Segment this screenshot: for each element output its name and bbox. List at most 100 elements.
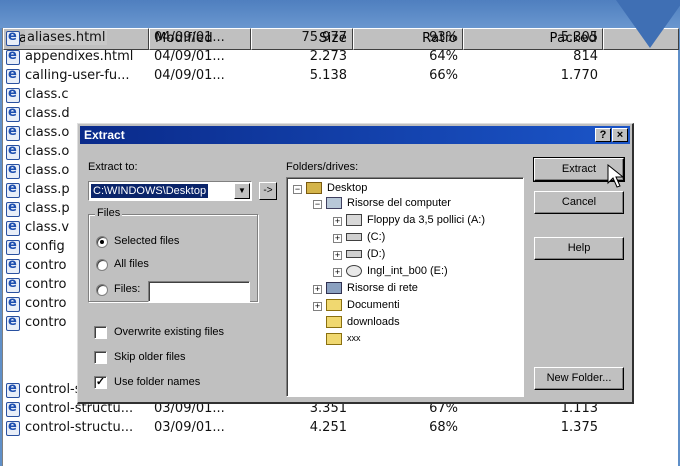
radio-selected-label: Selected files <box>114 235 180 247</box>
tree-item-floppy[interactable]: Floppy da 3,5 pollici (A:) <box>367 214 485 226</box>
cell-ratio: 66% <box>429 68 458 83</box>
html-file-icon <box>6 29 20 46</box>
folder-icon <box>326 299 342 311</box>
new-folder-button[interactable]: New Folder... <box>534 367 624 390</box>
expand-icon[interactable]: + <box>333 217 342 226</box>
folder-icon <box>326 333 342 345</box>
cell-packed: 814 <box>573 49 598 64</box>
expand-icon[interactable]: + <box>313 285 322 294</box>
html-file-icon <box>6 238 20 255</box>
extract-dialog: Extract ? × Extract to: C:\WINDOWS\Deskt… <box>77 123 634 404</box>
floppy-icon <box>346 214 362 226</box>
close-icon[interactable]: × <box>612 128 628 142</box>
expand-icon[interactable]: + <box>333 234 342 243</box>
cell-name: class.c <box>25 87 69 102</box>
list-item[interactable]: control-structu... 03/09/01... 4.251 68% 1.3… <box>3 419 679 438</box>
checkbox-overwrite-label: Overwrite existing files <box>114 326 225 338</box>
decorative-arrow <box>616 0 680 48</box>
dialog-titlebar: Extract <box>80 126 630 144</box>
expand-icon[interactable]: + <box>333 268 342 277</box>
html-file-icon <box>6 314 20 331</box>
cell-size: 4.251 <box>309 420 347 435</box>
html-file-icon <box>6 276 20 293</box>
cell-size: 5.138 <box>309 68 347 83</box>
expand-icon[interactable]: + <box>313 302 322 311</box>
extract-to-combo[interactable]: C:\WINDOWS\Desktop ▼ <box>88 181 252 201</box>
checkbox-use-folder-label: Use folder names <box>114 376 201 388</box>
cell-packed: 1.770 <box>560 68 598 83</box>
chevron-down-icon[interactable]: ▼ <box>234 183 250 199</box>
list-item[interactable]: class.c <box>3 86 679 105</box>
cell-ratio: 64% <box>429 49 458 64</box>
html-file-icon <box>6 67 20 84</box>
tree-item-downloads[interactable]: downloads <box>347 316 400 328</box>
list-item[interactable]: calling-user-fu... 04/09/01... 5.138 66% 1.7… <box>3 67 679 86</box>
drive-icon <box>346 233 362 241</box>
folders-label: Folders/drives: <box>286 161 359 173</box>
radio-files-label: Files: <box>114 283 141 295</box>
html-file-icon <box>6 295 20 312</box>
network-icon <box>326 282 342 294</box>
cell-ratio: 93% <box>429 30 458 45</box>
html-file-icon <box>6 124 20 141</box>
tree-item-network[interactable]: Risorse di rete <box>347 282 418 294</box>
files-input[interactable] <box>148 281 250 302</box>
cell-modified: 04/09/01... <box>154 49 225 64</box>
cell-ratio: 68% <box>429 420 458 435</box>
files-group-caption: Files <box>95 207 123 219</box>
folder-tree[interactable]: − Desktop − Risorse del computer + Flopp… <box>286 177 524 397</box>
checkbox-skip-older[interactable] <box>94 351 107 364</box>
cell-packed: 1.375 <box>560 420 598 435</box>
cell-modified: 03/09/01... <box>154 420 225 435</box>
html-file-icon <box>6 143 20 160</box>
html-file-icon <box>6 200 20 217</box>
html-file-icon <box>6 105 20 122</box>
cell-name: appendixes.html <box>25 49 134 64</box>
list-item[interactable]: appendixes.html 04/09/01... 2.273 64% 814 <box>3 48 679 67</box>
cancel-button[interactable]: Cancel <box>534 191 624 214</box>
folder-icon <box>326 316 342 328</box>
tree-item-c[interactable]: (C:) <box>367 231 385 243</box>
tree-item-xxx[interactable]: xxx <box>347 333 361 343</box>
tree-item-e[interactable]: Ingl_int_b00 (E:) <box>367 265 448 277</box>
top-banner <box>0 0 680 28</box>
cell-modified: 04/09/01... <box>154 30 225 45</box>
collapse-icon[interactable]: − <box>313 200 322 209</box>
cell-packed: 5.305 <box>560 30 598 45</box>
mouse-cursor-icon <box>607 164 625 188</box>
checkbox-overwrite[interactable] <box>94 326 107 339</box>
tree-item-d[interactable]: (D:) <box>367 248 385 260</box>
checkbox-skip-label: Skip older files <box>114 351 186 363</box>
html-file-icon <box>6 257 20 274</box>
dialog-title: Extract <box>84 128 125 142</box>
html-file-icon <box>6 48 20 65</box>
checkbox-use-folder-names[interactable]: ✓ <box>94 376 107 389</box>
list-item[interactable]: class.d <box>3 105 679 124</box>
html-file-icon <box>6 419 20 436</box>
cell-size: 2.273 <box>309 49 347 64</box>
cell-modified: 04/09/01... <box>154 68 225 83</box>
tree-item-computer[interactable]: Risorse del computer <box>347 197 451 209</box>
extract-to-value: C:\WINDOWS\Desktop <box>91 184 209 198</box>
tree-item-desktop[interactable]: Desktop <box>327 182 367 194</box>
cd-drive-icon <box>346 265 362 277</box>
extract-to-label: Extract to: <box>88 161 138 173</box>
help-button[interactable]: Help <box>534 237 624 260</box>
radio-selected-files[interactable] <box>96 236 108 248</box>
computer-icon <box>326 197 342 209</box>
html-file-icon <box>6 86 20 103</box>
radio-files[interactable] <box>96 284 108 296</box>
desktop-icon <box>306 182 322 194</box>
help-icon[interactable]: ? <box>595 128 611 142</box>
cell-name: aliases.html <box>25 30 108 45</box>
cell-name: control-structu... <box>25 420 134 435</box>
list-item[interactable]: aliases.html 04/09/01... 75.977 93% 5.305 <box>3 29 679 48</box>
html-file-icon <box>6 381 20 398</box>
radio-all-files[interactable] <box>96 259 108 271</box>
collapse-icon[interactable]: − <box>293 185 302 194</box>
tree-item-documenti[interactable]: Documenti <box>347 299 400 311</box>
expand-icon[interactable]: + <box>333 251 342 260</box>
html-file-icon <box>6 400 20 417</box>
browse-button[interactable]: -> <box>259 182 277 200</box>
drive-icon <box>346 250 362 258</box>
